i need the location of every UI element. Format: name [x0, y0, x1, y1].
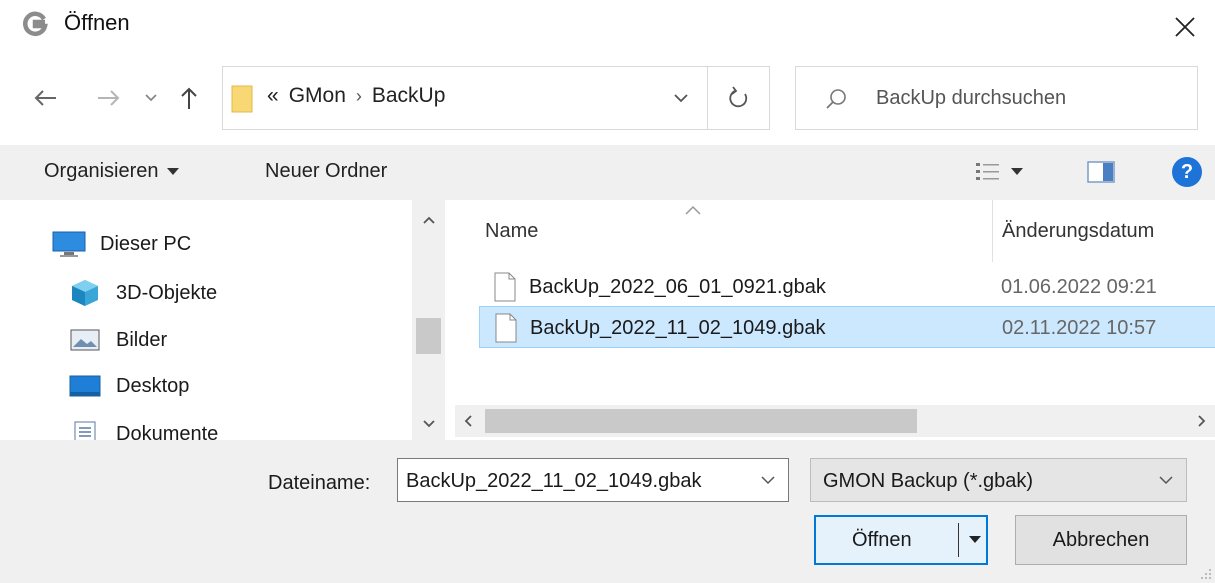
nav-item-3d-objekte[interactable]: 3D-Objekte: [68, 273, 217, 313]
nav-item-dokumente[interactable]: Dokumente: [68, 414, 218, 440]
refresh-icon: [728, 86, 747, 108]
resize-grip-icon[interactable]: [1200, 568, 1212, 580]
search-input[interactable]: BackUp durchsuchen: [795, 66, 1198, 130]
nav-item-label: Dieser PC: [100, 232, 192, 255]
window-title: Öffnen: [64, 10, 130, 35]
column-header-date[interactable]: Änderungsdatum: [1002, 220, 1154, 243]
breadcrumb-item-backup[interactable]: BackUp: [372, 84, 446, 108]
scroll-down-button[interactable]: [412, 414, 445, 434]
app-logo-icon: [23, 11, 48, 37]
nav-item-label: Dokumente: [116, 422, 219, 441]
sort-ascending-icon: [685, 205, 701, 215]
open-button[interactable]: Öffnen: [814, 515, 988, 565]
chevron-left-icon: [464, 415, 472, 427]
change-view-button[interactable]: [975, 157, 1045, 187]
filetype-value: GMON Backup (*.gbak): [823, 470, 1034, 492]
file-list-horizontal-scrollbar[interactable]: [455, 405, 1215, 437]
chevron-down-icon: [145, 94, 157, 102]
breadcrumb-overflow[interactable]: «: [267, 84, 279, 108]
nav-item-dieser-pc[interactable]: Dieser PC: [52, 224, 191, 264]
file-icon: [495, 313, 517, 343]
cube-3d-icon: [68, 278, 102, 308]
nav-item-label: Bilder: [116, 328, 168, 351]
arrow-left-icon: [34, 90, 56, 106]
search-icon: [826, 89, 846, 109]
navigation-pane: Dieser PC 3D-Objekte Bilder Desktop Doku…: [0, 200, 445, 440]
file-list: Name Änderungsdatum BackUp_2022_06_01_09…: [455, 200, 1215, 440]
chevron-down-icon: [422, 420, 435, 428]
help-button[interactable]: ?: [1172, 157, 1202, 187]
scroll-right-button[interactable]: [1189, 405, 1215, 437]
scroll-thumb[interactable]: [485, 409, 917, 433]
file-name: BackUp_2022_06_01_0921.gbak: [529, 276, 826, 298]
nav-item-desktop[interactable]: Desktop: [68, 366, 189, 406]
chevron-down-icon: [1159, 475, 1173, 484]
scroll-left-button[interactable]: [455, 405, 481, 437]
file-row-selected[interactable]: BackUp_2022_11_02_1049.gbak 02.11.2022 1…: [479, 306, 1215, 348]
nav-item-bilder[interactable]: Bilder: [68, 320, 167, 360]
forward-button[interactable]: [94, 78, 124, 118]
open-button-label: Öffnen: [852, 529, 912, 551]
scroll-up-button[interactable]: [412, 210, 445, 230]
file-date: 01.06.2022 09:21: [1001, 276, 1157, 298]
pictures-icon: [68, 325, 102, 355]
caret-down-icon: [1011, 168, 1023, 175]
preview-pane-icon[interactable]: [1087, 160, 1115, 184]
chevron-down-icon: [761, 475, 775, 484]
dialog-footer: Dateiname: BackUp_2022_11_02_1049.gbak G…: [0, 440, 1215, 583]
organize-label: Organisieren: [44, 160, 159, 182]
address-bar[interactable]: « GMon › BackUp: [222, 66, 770, 130]
nav-item-label: 3D-Objekte: [116, 281, 218, 304]
file-date: 02.11.2022 10:57: [1002, 317, 1157, 339]
breadcrumb-separator[interactable]: ›: [356, 86, 362, 107]
filename-label: Dateiname:: [268, 472, 371, 494]
refresh-button[interactable]: [707, 67, 769, 129]
folder-icon: [231, 85, 253, 113]
close-icon[interactable]: [1172, 14, 1198, 40]
filetype-dropdown-arrow: [1146, 459, 1186, 501]
breadcrumb: « GMon › BackUp: [267, 84, 445, 108]
file-row[interactable]: BackUp_2022_06_01_0921.gbak 01.06.2022 0…: [479, 266, 1215, 308]
chevron-down-icon: [674, 93, 688, 102]
address-history-dropdown[interactable]: [659, 67, 703, 129]
search-placeholder: BackUp durchsuchen: [876, 87, 1067, 109]
caret-down-icon: [166, 167, 179, 175]
filename-value: BackUp_2022_11_02_1049.gbak: [406, 470, 702, 492]
desktop-icon: [68, 371, 102, 401]
documents-icon: [68, 419, 102, 440]
file-name: BackUp_2022_11_02_1049.gbak: [530, 317, 826, 339]
back-button[interactable]: [30, 78, 60, 118]
scroll-thumb[interactable]: [416, 318, 441, 354]
column-header-name[interactable]: Name: [485, 220, 538, 243]
open-options-dropdown[interactable]: [964, 517, 986, 563]
filename-input[interactable]: BackUp_2022_11_02_1049.gbak: [397, 458, 789, 502]
caret-down-icon: [969, 536, 981, 543]
file-icon: [494, 272, 516, 302]
chevron-right-icon: [1198, 415, 1206, 427]
recent-locations-button[interactable]: [136, 78, 166, 118]
nav-pane-scrollbar[interactable]: [412, 200, 445, 440]
navigation-bar: « GMon › BackUp BackUp durchsuchen: [0, 66, 1215, 130]
column-divider[interactable]: [992, 200, 993, 262]
chevron-up-icon: [422, 216, 435, 224]
nav-item-label: Desktop: [116, 374, 190, 397]
arrow-up-icon: [181, 87, 197, 109]
up-button[interactable]: [174, 78, 204, 118]
breadcrumb-item-gmon[interactable]: GMon: [289, 84, 346, 108]
organize-button[interactable]: Organisieren: [44, 160, 179, 183]
computer-icon: [52, 229, 86, 259]
view-list-icon: [976, 163, 999, 180]
filename-history-dropdown[interactable]: [748, 459, 788, 501]
new-folder-button[interactable]: Neuer Ordner: [265, 160, 387, 183]
title-bar: Öffnen: [0, 0, 1215, 60]
arrow-right-icon: [98, 90, 120, 106]
filetype-select[interactable]: GMON Backup (*.gbak): [810, 458, 1187, 502]
cancel-button[interactable]: Abbrechen: [1015, 515, 1187, 565]
command-bar: Organisieren Neuer Ordner ?: [0, 145, 1215, 200]
split-divider: [958, 523, 959, 557]
